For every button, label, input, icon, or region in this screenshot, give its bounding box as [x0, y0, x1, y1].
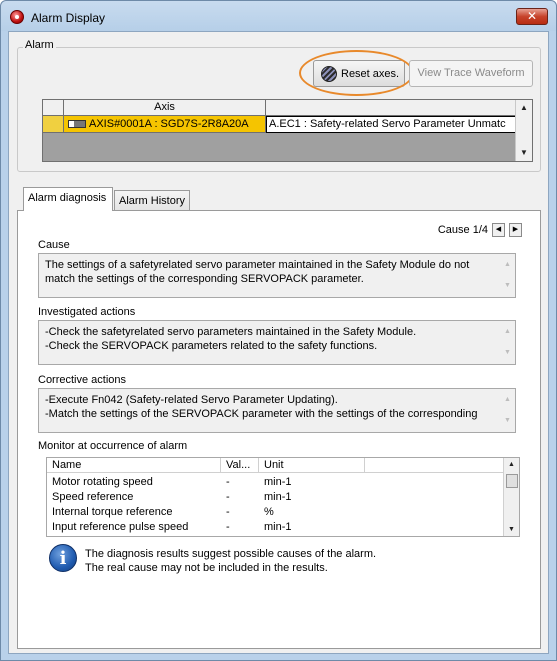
- axis-column-header[interactable]: Axis: [64, 100, 266, 115]
- corrective-scrollbar[interactable]: ▲ ▼: [501, 389, 515, 432]
- column-header-unit[interactable]: Unit: [259, 458, 365, 473]
- row-unit: min-1: [264, 521, 292, 533]
- investigated-line-2: -Check the SERVOPACK parameters related …: [45, 340, 378, 352]
- scroll-up-arrow-icon: ▲: [504, 396, 511, 403]
- alarm-group-label: Alarm: [23, 39, 56, 51]
- window-title: Alarm Display: [31, 11, 106, 25]
- column-header-value[interactable]: Val...: [221, 458, 259, 473]
- row-unit: %: [264, 506, 274, 518]
- row-header-cell[interactable]: [43, 116, 64, 133]
- dialog-client-area: Alarm Reset axes. View Trace Waveform Ax…: [8, 31, 549, 654]
- row-unit: min-1: [264, 491, 292, 503]
- investigated-actions-label: Investigated actions: [38, 306, 136, 318]
- cause-scrollbar[interactable]: ▲ ▼: [501, 254, 515, 297]
- cause-textbox[interactable]: The settings of a safetyrelated servo pa…: [38, 253, 516, 298]
- monitor-scrollbar[interactable]: ▲ ▼: [503, 458, 519, 536]
- investigated-actions-textbox[interactable]: -Check the safetyrelated servo parameter…: [38, 320, 516, 365]
- note-line-1: The diagnosis results suggest possible c…: [85, 548, 377, 560]
- view-trace-waveform-button[interactable]: View Trace Waveform: [409, 60, 533, 87]
- next-cause-button[interactable]: ▶: [509, 223, 522, 237]
- scroll-down-arrow-icon[interactable]: ▼: [516, 145, 532, 161]
- scroll-up-arrow-icon: ▲: [504, 261, 511, 268]
- cause-counter: Cause 1/4: [437, 224, 488, 236]
- reset-axes-button[interactable]: Reset axes.: [313, 60, 405, 87]
- investigated-scrollbar[interactable]: ▲ ▼: [501, 321, 515, 364]
- scroll-up-arrow-icon[interactable]: ▲: [516, 100, 532, 116]
- monitor-label: Monitor at occurrence of alarm: [38, 440, 188, 452]
- row-name: Motor rotating speed: [52, 476, 153, 488]
- cause-line-2: match the settings of the corresponding …: [45, 273, 364, 285]
- investigated-line-1: -Check the safetyrelated servo parameter…: [45, 326, 417, 338]
- cause-line-1: The settings of a safetyrelated servo pa…: [45, 259, 470, 271]
- row-value: -: [226, 491, 230, 503]
- table-row[interactable]: Internal torque reference - %: [47, 505, 504, 520]
- axis-cell-text: AXIS#0001A : SGD7S-2R8A20A: [89, 118, 249, 130]
- close-button[interactable]: ✕: [516, 8, 548, 25]
- alarm-description-cell[interactable]: A.EC1 : Safety-related Servo Parameter U…: [266, 116, 516, 133]
- corrective-line-2: -Match the settings of the SERVOPACK par…: [45, 408, 478, 420]
- row-name: Speed reference: [52, 491, 134, 503]
- row-name: Input reference pulse speed: [52, 521, 189, 533]
- diagnosis-note: The diagnosis results suggest possible c…: [85, 547, 376, 575]
- alarm-app-icon: [10, 10, 24, 24]
- reset-axes-label: Reset axes.: [341, 67, 400, 80]
- corrective-line-1: -Execute Fn042 (Safety-related Servo Par…: [45, 394, 338, 406]
- tab-alarm-diagnosis[interactable]: Alarm diagnosis: [23, 187, 113, 211]
- corrective-actions-label: Corrective actions: [38, 374, 127, 386]
- scroll-down-arrow-icon: ▼: [504, 349, 511, 356]
- axis-module-icon: [68, 120, 86, 129]
- alarm-display-window: Alarm Display ✕ Alarm Reset axes. View T…: [0, 0, 557, 661]
- scroll-thumb[interactable]: [506, 474, 518, 488]
- alarm-axis-grid: Axis AXIS#0001A : SGD7S-2R8A20A A.EC1 : …: [42, 99, 533, 162]
- row-name: Internal torque reference: [52, 506, 173, 518]
- table-row[interactable]: Input reference pulse speed - min-1: [47, 520, 504, 535]
- previous-cause-button[interactable]: ◀: [492, 223, 505, 237]
- reset-icon: [321, 65, 337, 82]
- scroll-up-arrow-icon: ▲: [504, 328, 511, 335]
- axis-grid-header: Axis: [43, 100, 516, 116]
- table-row[interactable]: Speed reference - min-1: [47, 490, 504, 505]
- axis-cell[interactable]: AXIS#0001A : SGD7S-2R8A20A: [64, 116, 266, 133]
- scroll-down-arrow-icon[interactable]: ▼: [508, 526, 515, 533]
- corrective-actions-textbox[interactable]: -Execute Fn042 (Safety-related Servo Par…: [38, 388, 516, 433]
- monitor-table-header: Name Val... Unit: [47, 458, 504, 473]
- info-icon: i: [49, 544, 77, 572]
- scroll-down-arrow-icon: ▼: [504, 282, 511, 289]
- grid-corner-cell: [43, 100, 64, 115]
- row-value: -: [226, 521, 230, 533]
- note-line-2: The real cause may not be included in th…: [85, 562, 328, 574]
- alarm-row[interactable]: AXIS#0001A : SGD7S-2R8A20A A.EC1 : Safet…: [43, 116, 516, 133]
- column-header-name[interactable]: Name: [47, 458, 221, 473]
- scroll-up-arrow-icon[interactable]: ▲: [508, 461, 515, 468]
- monitor-table: Name Val... Unit Motor rotating speed - …: [46, 457, 520, 537]
- tab-alarm-history[interactable]: Alarm History: [114, 190, 190, 212]
- cause-navigator: Cause 1/4 ◀ ▶: [438, 223, 522, 237]
- scroll-down-arrow-icon: ▼: [504, 417, 511, 424]
- axis-grid-scrollbar[interactable]: ▲ ▼: [515, 100, 532, 161]
- row-value: -: [226, 476, 230, 488]
- title-bar[interactable]: Alarm Display ✕: [1, 1, 556, 31]
- table-row[interactable]: Motor rotating speed - min-1: [47, 475, 504, 490]
- cause-label: Cause: [38, 239, 70, 251]
- row-unit: min-1: [264, 476, 292, 488]
- row-value: -: [226, 506, 230, 518]
